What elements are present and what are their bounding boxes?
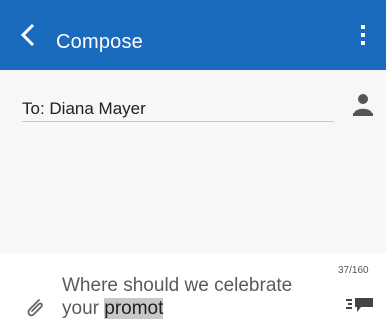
send-message-icon[interactable] [346, 296, 376, 314]
page-title: Compose [56, 31, 143, 53]
paperclip-icon[interactable] [24, 296, 46, 320]
person-icon[interactable] [352, 92, 374, 116]
recipient-field[interactable] [22, 97, 334, 122]
chevron-left-icon[interactable] [16, 22, 42, 48]
message-text: Where should we celebrate your [62, 275, 293, 319]
recipient-row [0, 70, 386, 140]
char-counter: 37/160 [338, 265, 369, 276]
more-vert-icon[interactable] [352, 22, 374, 48]
message-thread-area [0, 140, 386, 253]
message-input[interactable]: Where should we celebrate your promot [62, 274, 324, 320]
message-selected-text: promot [104, 298, 164, 319]
app-bar: Compose [0, 0, 386, 70]
